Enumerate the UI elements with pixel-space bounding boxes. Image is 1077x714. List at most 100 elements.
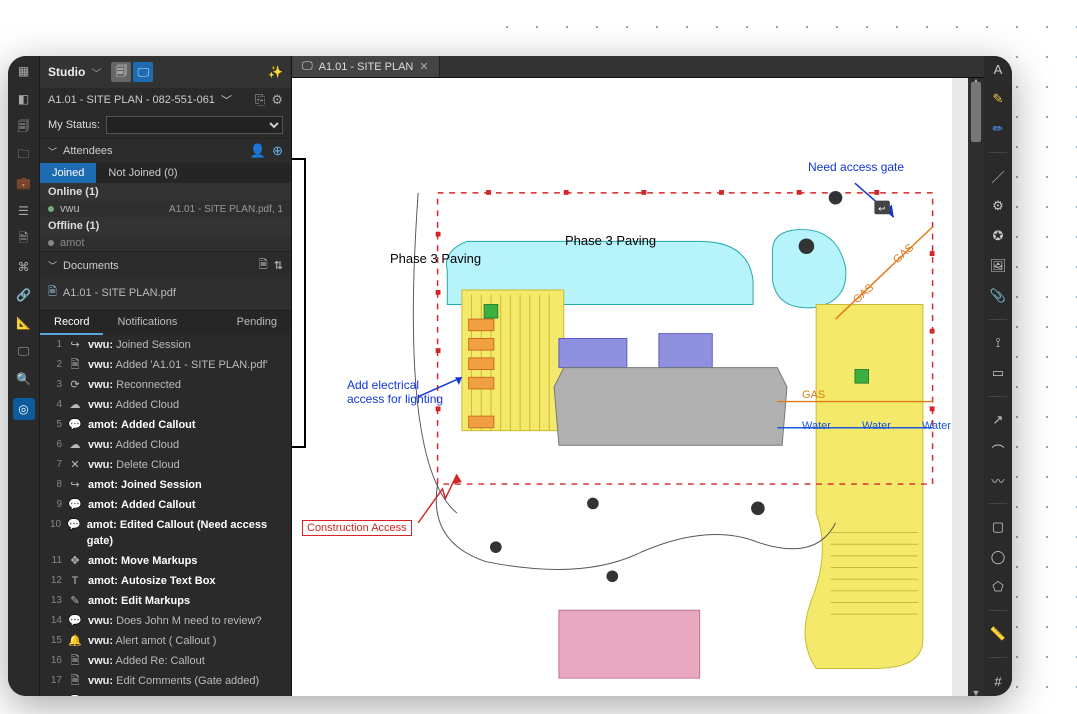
record-row[interactable]: 9💬amot: Added Callout: [40, 495, 291, 515]
record-row[interactable]: 5💬amot: Added Callout: [40, 415, 291, 435]
line-tool-icon[interactable]: ／: [989, 167, 1007, 185]
folder-icon[interactable]: 🗀: [15, 146, 33, 164]
studio-icon[interactable]: ◎: [13, 398, 35, 420]
record-user: vwu:: [88, 399, 113, 411]
record-text: Delete Cloud: [116, 459, 180, 471]
ruler-icon[interactable]: 📐: [15, 314, 33, 332]
search-icon[interactable]: 🔍: [15, 370, 33, 388]
chevron-down-icon[interactable]: ﹀: [221, 92, 232, 108]
record-type-icon: ✕: [68, 457, 82, 473]
record-row[interactable]: 1↪vwu: Joined Session: [40, 335, 291, 355]
record-row[interactable]: 10💬amot: Edited Callout (Need access gat…: [40, 515, 291, 551]
record-user: amot:: [88, 499, 118, 511]
attendee-row[interactable]: amot: [40, 235, 291, 251]
attach-tool-icon[interactable]: 📎: [989, 287, 1007, 305]
attendee-row[interactable]: vwu A1.01 - SITE PLAN.pdf, 1: [40, 201, 291, 217]
chevron-down-icon[interactable]: ﹀: [91, 65, 101, 80]
record-index: 10: [48, 517, 61, 533]
shape-rect-icon[interactable]: ▭: [989, 364, 1007, 382]
plan-title-row[interactable]: A1.01 - SITE PLAN - 082-551-061 ﹀ ⎘ ⚙: [40, 88, 291, 112]
link-icon[interactable]: 🔗: [15, 286, 33, 304]
tab-record[interactable]: Record: [40, 311, 103, 335]
doc-icon[interactable]: 🗎: [15, 230, 33, 248]
record-row[interactable]: 14💬vwu: Does John M need to review?: [40, 611, 291, 631]
record-user: amot:: [88, 595, 118, 607]
monitor-icon[interactable]: 🖵: [15, 342, 33, 360]
annotation-electrical[interactable]: Add electrical access for lighting: [347, 378, 447, 406]
record-row[interactable]: 11✥amot: Move Markups: [40, 551, 291, 571]
pen-tool-icon[interactable]: ✎: [989, 90, 1007, 108]
panel-icon[interactable]: ◧: [15, 90, 33, 108]
polygon-tool-icon[interactable]: ⬠: [989, 578, 1007, 596]
tab-joined[interactable]: Joined: [40, 163, 96, 183]
add-document-icon[interactable]: 🗎: [259, 256, 268, 275]
tab-pending[interactable]: Pending: [223, 311, 291, 335]
record-row[interactable]: 6☁vwu: Added Cloud: [40, 435, 291, 455]
record-row[interactable]: 8↪amot: Joined Session: [40, 475, 291, 495]
measure-tool-icon[interactable]: 📏: [989, 625, 1007, 643]
record-row[interactable]: 16🗎vwu: Added Re: Callout: [40, 651, 291, 671]
record-row[interactable]: 13✎amot: Edit Markups: [40, 591, 291, 611]
settings-sliders-icon[interactable]: ⚙: [271, 92, 283, 108]
document-row[interactable]: 🗎 A1.01 - SITE PLAN.pdf: [40, 279, 291, 306]
highlighter-tool-icon[interactable]: ✏: [989, 120, 1007, 138]
status-select[interactable]: [106, 116, 283, 134]
layers-icon[interactable]: ☰: [15, 202, 33, 220]
annotation-water-3: Water: [922, 420, 951, 432]
stamp-tool-icon[interactable]: ✪: [989, 227, 1007, 245]
image-tool-icon[interactable]: 🖼: [989, 257, 1007, 275]
tab-notifications[interactable]: Notifications: [103, 311, 191, 335]
plan-title: A1.01 - SITE PLAN - 082-551-061: [48, 94, 215, 106]
document-tab[interactable]: 🖵 A1.01 - SITE PLAN ✕: [292, 56, 440, 77]
arrow-tool-icon[interactable]: ↗: [989, 411, 1007, 429]
leave-session-icon[interactable]: ⎘: [255, 92, 265, 108]
session-active-icon[interactable]: 🖵: [133, 62, 153, 82]
record-row[interactable]: 17🗎vwu: Edit Comments (Gate added): [40, 671, 291, 691]
rectangle-tool-icon[interactable]: ▢: [989, 518, 1007, 536]
document-canvas[interactable]: ↩ Need access gate Phase 3 Paving Phase …: [292, 78, 952, 696]
grid-icon[interactable]: ▦: [15, 62, 33, 80]
document-tab-title: A1.01 - SITE PLAN: [319, 61, 414, 73]
record-user: vwu:: [88, 379, 113, 391]
record-row[interactable]: 3⟳vwu: Reconnected: [40, 375, 291, 395]
polyline-tool-icon[interactable]: 〰: [989, 471, 1007, 489]
add-attendee-icon[interactable]: ⊕: [272, 143, 283, 159]
sort-icon[interactable]: ⇅: [274, 259, 283, 272]
online-heading: Online (1): [40, 183, 291, 201]
record-text: Added Callout: [121, 419, 196, 431]
record-row[interactable]: 7✕vwu: Delete Cloud: [40, 455, 291, 475]
record-row[interactable]: 4☁vwu: Added Cloud: [40, 395, 291, 415]
record-row[interactable]: 12Tamot: Autosize Text Box: [40, 571, 291, 591]
briefcase-icon[interactable]: 💼: [15, 174, 33, 192]
documents-header[interactable]: ﹀ Documents 🗎 ⇅: [40, 251, 291, 279]
record-row[interactable]: 2🗎vwu: Added 'A1.01 - SITE PLAN.pdf': [40, 355, 291, 375]
record-user: vwu:: [88, 675, 113, 687]
wand-icon[interactable]: ✨: [268, 65, 283, 79]
record-row[interactable]: 15🔔vwu: Alert amot ( Callout ): [40, 631, 291, 651]
follow-attendee-icon[interactable]: 👤: [250, 143, 266, 159]
tab-not-joined[interactable]: Not Joined (0): [96, 163, 189, 183]
settings-gear-icon[interactable]: ⚙: [989, 197, 1007, 215]
crop-tool-icon[interactable]: ⟟: [989, 334, 1007, 352]
text-tool-icon[interactable]: A: [989, 60, 1007, 78]
annotation-need-access-gate[interactable]: Need access gate: [808, 160, 904, 174]
scroll-thumb[interactable]: [971, 82, 981, 142]
close-icon[interactable]: ✕: [419, 60, 428, 73]
record-row[interactable]: 18💬amot: Added Callout: [40, 691, 291, 696]
online-dot-icon: [48, 206, 54, 212]
annotation-construction-access[interactable]: Construction Access: [302, 520, 412, 536]
attendees-header[interactable]: ﹀ Attendees 👤 ⊕: [40, 138, 291, 163]
record-index: 16: [48, 653, 62, 669]
vertical-scrollbar[interactable]: ▲ ▼: [968, 78, 984, 696]
ellipse-tool-icon[interactable]: ◯: [989, 548, 1007, 566]
session-projects-icon[interactable]: 🗐: [111, 62, 131, 82]
clipboard-icon[interactable]: 🗐: [15, 118, 33, 136]
tray-icon[interactable]: ⌘: [15, 258, 33, 276]
record-text: Added Cloud: [116, 399, 180, 411]
record-list[interactable]: 1↪vwu: Joined Session2🗎vwu: Added 'A1.01…: [40, 335, 291, 696]
scroll-down-icon[interactable]: ▼: [968, 688, 984, 696]
record-index: 3: [48, 377, 62, 393]
arc-tool-icon[interactable]: ⌒: [989, 441, 1007, 459]
annotation-gas-1: GAS: [802, 389, 825, 401]
count-tool-icon[interactable]: #: [989, 672, 1007, 690]
